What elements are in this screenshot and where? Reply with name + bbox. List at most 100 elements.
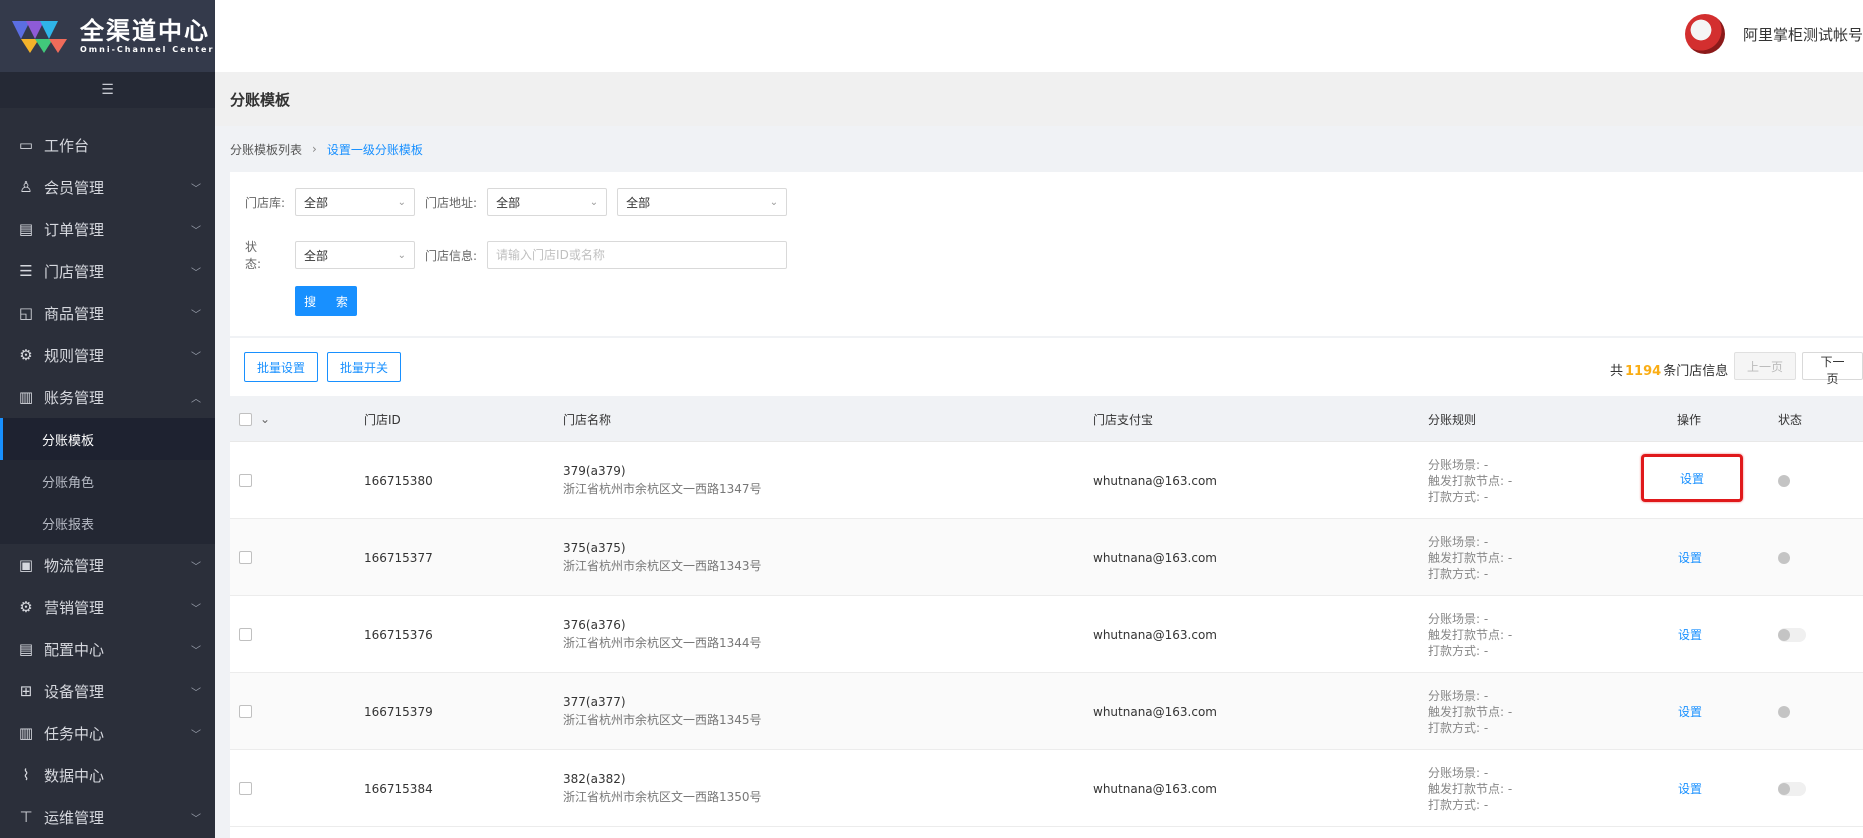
sidebar-item[interactable]: ▥ 账务管理 ︿ — [0, 376, 215, 418]
toggle-knob — [1778, 474, 1790, 487]
sidebar: 全渠道中心 Omni-Channel Center ☰ ▭ 工作台 ♙ 会员管理 ﹀ ▤ 订… — [0, 0, 215, 838]
chevron-down-icon: ﹀ — [191, 603, 201, 615]
set-link[interactable]: 设置 — [1678, 780, 1702, 797]
status-toggle[interactable] — [1778, 627, 1806, 642]
rule-scene: 分账场景: - — [1428, 611, 1489, 626]
store-name: 379(a379) — [563, 464, 626, 478]
username: 阿里掌柜测试帐号 — [1742, 25, 1863, 44]
avatar[interactable] — [1684, 14, 1725, 54]
select-all-checkbox[interactable] — [239, 412, 252, 426]
store-address: 浙江省杭州市余杭区文一西路1350号 — [563, 790, 762, 804]
chevron-down-icon: ⌄ — [589, 196, 599, 208]
batch-switch-button[interactable]: 批量开关 — [327, 352, 402, 382]
chevron-down-icon: ﹀ — [191, 813, 201, 825]
sidebar-item[interactable]: ⚙ 营销管理 ﹀ — [0, 586, 215, 628]
sidebar-item[interactable]: ⚙ 规则管理 ﹀ — [0, 334, 215, 376]
store-lib-label: 门店库: — [245, 195, 286, 210]
rule-scene: 分账场景: - — [1428, 688, 1489, 703]
user-menu[interactable]: 阿里掌柜测试帐号 — [1684, 12, 1863, 56]
status-toggle[interactable] — [1778, 705, 1806, 719]
address-city-select[interactable]: 全部 ⌄ — [617, 188, 788, 216]
set-link[interactable]: 设置 — [1678, 626, 1702, 643]
book-icon: ▥ — [18, 388, 34, 406]
sidebar-item[interactable]: ⊤ 运维管理 ﹀ — [0, 796, 215, 838]
rule-node: 触发打款节点: - — [1428, 473, 1513, 488]
breadcrumb-parent-link[interactable]: 分账模板列表 — [230, 141, 302, 158]
store-id: 166715384 — [364, 781, 433, 796]
row-checkbox[interactable] — [239, 705, 252, 718]
prev-page-button[interactable]: 上一页 — [1734, 352, 1797, 380]
table-row: 166715379 377(a377) 浙江省杭州市余杭区文一西路1345号 whut… — [230, 673, 1863, 750]
chart-icon: ⌇ — [22, 766, 30, 784]
sidebar-item[interactable]: ▣ 物流管理 ﹀ — [0, 544, 215, 586]
search-button[interactable]: 搜 索 — [295, 286, 357, 316]
sidebar-subitem[interactable]: 分账报表 — [0, 502, 215, 544]
table-panel: 批量设置 批量开关 共 1194 条门店信息 上一页 下一页 ⌄ 门店ID 门店名称… — [230, 338, 1863, 838]
row-checkbox[interactable] — [239, 474, 252, 487]
status-select[interactable]: 全部 ⌄ — [295, 241, 415, 269]
store-address: 浙江省杭州市余杭区文一西路1347号 — [563, 482, 762, 496]
store-info-input[interactable] — [487, 241, 788, 269]
store-alipay: whutnana@163.com — [1093, 627, 1217, 642]
toggle-knob — [1778, 705, 1790, 718]
sidebar-item-label: 账务管理 — [44, 388, 105, 407]
store-id: 166715377 — [364, 550, 433, 565]
total-suffix: 条门店信息 — [1663, 364, 1729, 379]
sidebar-item-label: 数据中心 — [44, 766, 105, 785]
store-alipay: whutnana@163.com — [1093, 781, 1217, 796]
toggle-knob — [1778, 628, 1790, 641]
sidebar-item[interactable]: ⌇ 数据中心 — [0, 754, 215, 796]
list-icon: ☰ — [19, 262, 33, 280]
members-icon: ♙ — [19, 178, 33, 196]
store-alipay: whutnana@163.com — [1093, 704, 1217, 719]
rule-method: 打款方式: - — [1428, 643, 1489, 658]
table-row: 166715380 379(a379) 浙江省杭州市余杭区文一西路1347号 whut… — [230, 442, 1863, 519]
status-toggle[interactable] — [1778, 781, 1806, 796]
logo-title: 全渠道中心 — [80, 17, 210, 45]
batch-set-button[interactable]: 批量设置 — [244, 352, 319, 382]
next-page-button[interactable]: 下一页 — [1802, 352, 1863, 386]
set-link[interactable]: 设置 — [1678, 549, 1702, 566]
sidebar-subitem[interactable]: 分账角色 — [0, 460, 215, 502]
table-row: 166715384 382(a382) 浙江省杭州市余杭区文一西路1350号 whut… — [230, 750, 1863, 827]
store-lib-select[interactable]: 全部 ⌄ — [295, 188, 416, 216]
address-province-select[interactable]: 全部 ⌄ — [487, 188, 608, 216]
tool-icon: ⊤ — [19, 808, 33, 826]
order-icon: ▤ — [18, 220, 34, 238]
sidebar-item[interactable]: ♙ 会员管理 ﹀ — [0, 166, 215, 208]
sidebar-subitem[interactable]: 分账模板 — [0, 418, 215, 460]
collapse-sidebar-button[interactable]: ☰ — [0, 72, 215, 108]
logo[interactable]: 全渠道中心 Omni-Channel Center — [0, 0, 215, 72]
sidebar-item[interactable]: ☰ 门店管理 ﹀ — [0, 250, 215, 292]
sidebar-item-label: 设备管理 — [44, 682, 105, 701]
set-link[interactable]: 设置 — [1678, 703, 1702, 720]
col-status: 状态 — [1778, 412, 1803, 427]
sidebar-item[interactable]: ◱ 商品管理 ﹀ — [0, 292, 215, 334]
marketing-icon: ⚙ — [19, 598, 33, 616]
rule-method: 打款方式: - — [1428, 566, 1489, 581]
chevron-down-icon[interactable]: ⌄ — [260, 412, 270, 426]
row-checkbox[interactable] — [239, 551, 252, 564]
sidebar-item[interactable]: ▭ 工作台 — [0, 124, 215, 166]
row-checkbox[interactable] — [239, 782, 252, 795]
store-name: 376(a376) — [563, 618, 626, 632]
store-info-label: 门店信息: — [425, 248, 478, 263]
sidebar-item[interactable]: ▤ 订单管理 ﹀ — [0, 208, 215, 250]
store-address: 浙江省杭州市余杭区文一西路1344号 — [563, 636, 762, 650]
set-link[interactable]: 设置 — [1680, 470, 1704, 487]
sidebar-item[interactable]: ▤ 配置中心 ﹀ — [0, 628, 215, 670]
chevron-down-icon: ﹀ — [191, 645, 201, 657]
row-checkbox[interactable] — [239, 628, 252, 641]
total-prefix: 共 — [1610, 364, 1624, 379]
highlight-box: 设置 — [1641, 454, 1743, 502]
task-icon: ▥ — [18, 724, 34, 742]
sidebar-item[interactable]: ▥ 任务中心 ﹀ — [0, 712, 215, 754]
status-toggle[interactable] — [1778, 474, 1806, 488]
sidebar-item-label: 运维管理 — [44, 808, 105, 827]
sidebar-item-label: 规则管理 — [44, 346, 105, 365]
chevron-down-icon: ﹀ — [191, 309, 201, 321]
chevron-down-icon: ﹀ — [191, 267, 201, 279]
status-toggle[interactable] — [1778, 551, 1806, 565]
sidebar-item[interactable]: ⊞ 设备管理 ﹀ — [0, 670, 215, 712]
page-title: 分账模板 — [215, 72, 1863, 126]
